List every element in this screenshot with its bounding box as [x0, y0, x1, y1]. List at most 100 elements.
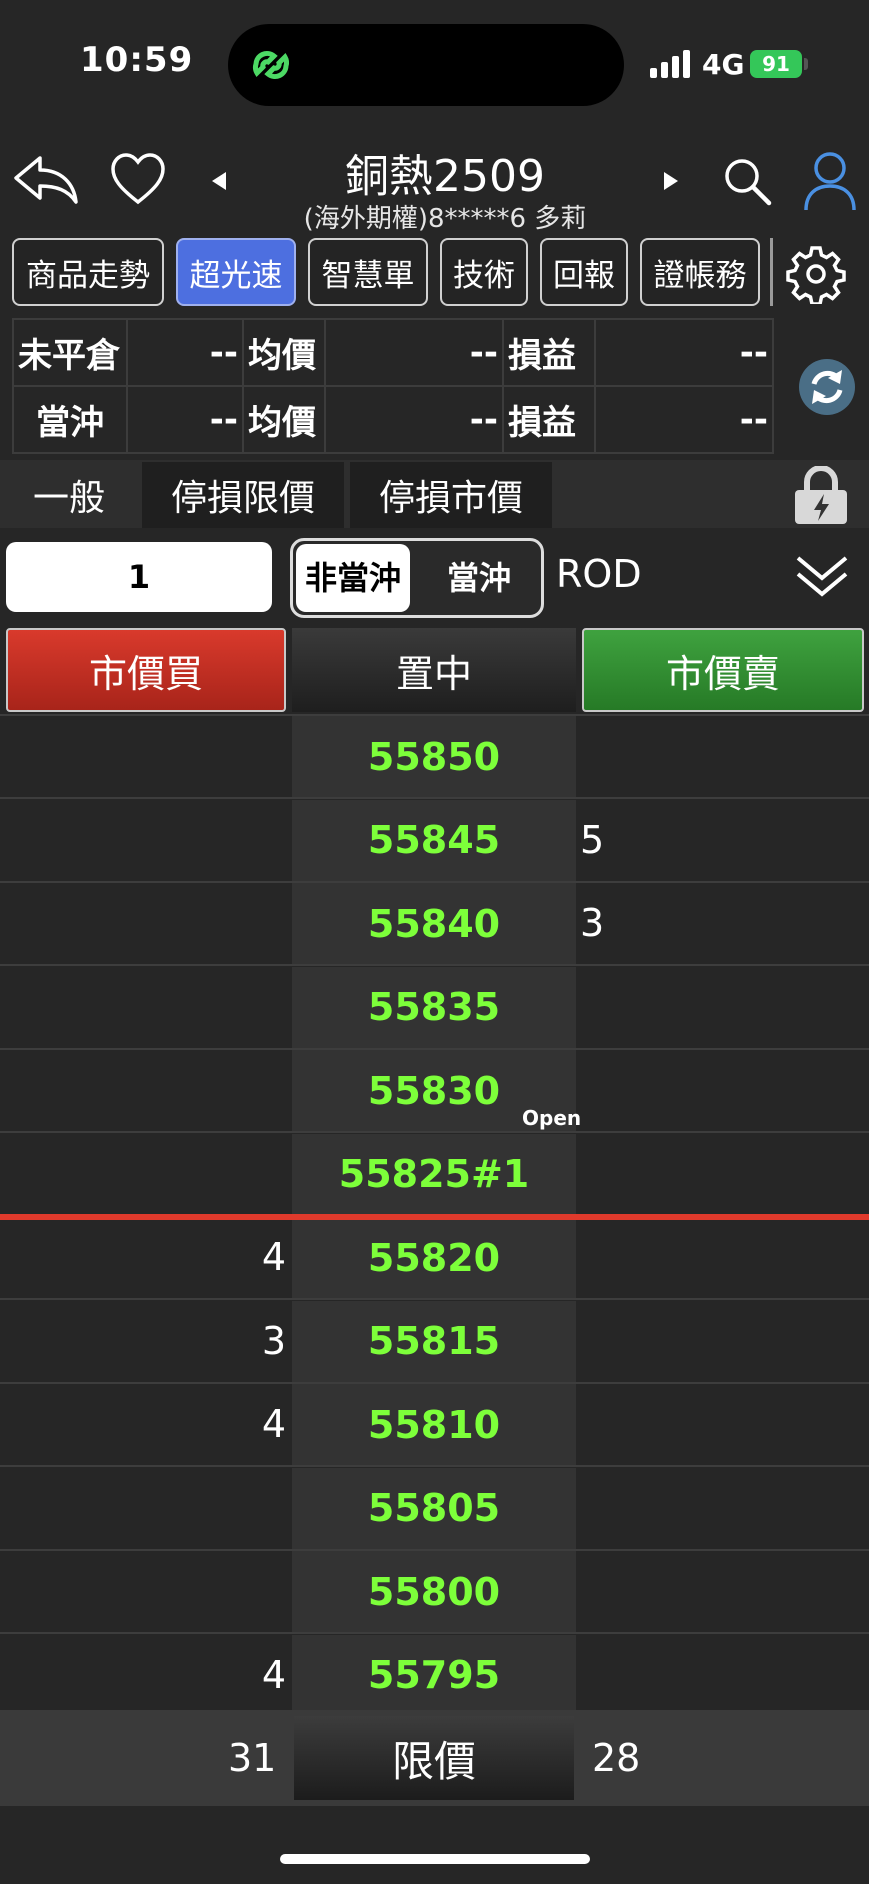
bid-cell[interactable]	[0, 1551, 288, 1632]
bid-quantity: 4	[261, 1402, 286, 1446]
price-cell[interactable]: 55795	[292, 1634, 576, 1716]
avg-price-label: 均價	[242, 385, 326, 454]
ladder-row: 55850	[0, 716, 869, 799]
ask-cell[interactable]	[580, 1635, 869, 1716]
bid-quantity: 4	[261, 1652, 286, 1697]
open-position-label: 未平倉	[12, 318, 128, 387]
bid-cell[interactable]	[0, 1468, 288, 1549]
lock-icon[interactable]	[790, 466, 852, 526]
signal-icon	[650, 48, 692, 78]
ask-cell[interactable]	[580, 1468, 869, 1549]
ask-cell[interactable]	[580, 1134, 869, 1215]
search-icon[interactable]	[722, 156, 774, 208]
table-row: 未平倉 -- 均價 -- 損益 --	[12, 318, 774, 387]
ask-cell[interactable]: 3	[580, 883, 869, 964]
settings-gear-icon[interactable]	[786, 244, 846, 304]
market-sell-button[interactable]: 市價賣	[582, 628, 864, 712]
ask-cell[interactable]	[580, 1301, 869, 1382]
back-icon[interactable]	[10, 150, 82, 210]
ladder-row: 55845 5	[0, 799, 869, 883]
ladder-row: 55840 3	[0, 883, 869, 966]
price-cell[interactable]: 55800	[292, 1551, 576, 1632]
tab-account[interactable]: 證帳務	[640, 238, 760, 306]
ladder-row: 4 55795	[0, 1634, 869, 1718]
order-type-general[interactable]: 一般	[0, 462, 138, 528]
favorite-heart-icon[interactable]	[110, 152, 166, 206]
ask-cell[interactable]	[580, 1050, 869, 1131]
bid-cell[interactable]: 3	[0, 1301, 288, 1382]
price-cell[interactable]: 55825#1	[292, 1133, 576, 1215]
bid-cell[interactable]	[0, 800, 288, 881]
center-button[interactable]: 置中	[292, 628, 576, 712]
ladder-row: 3 55815	[0, 1300, 869, 1384]
ladder-row: 4 55820	[0, 1217, 869, 1300]
bid-cell[interactable]	[0, 967, 288, 1048]
non-daytrade-option[interactable]: 非當沖	[296, 544, 410, 612]
bid-cell[interactable]: 4	[0, 1384, 288, 1465]
account-subtitle: (海外期權)8*****6 多莉	[303, 204, 587, 234]
divider	[770, 238, 773, 306]
tab-smart-order[interactable]: 智慧單	[308, 238, 428, 306]
pnl-label: 損益	[502, 385, 596, 454]
bid-cell[interactable]	[0, 1134, 288, 1215]
pnl-value: --	[594, 318, 774, 387]
tab-technical[interactable]: 技術	[440, 238, 528, 306]
open-position-value: --	[126, 318, 244, 387]
ask-cell[interactable]	[580, 1217, 869, 1298]
table-row: 當沖 -- 均價 -- 損益 --	[12, 385, 774, 454]
next-product-icon[interactable]	[662, 170, 680, 192]
order-type-stop-market[interactable]: 停損市價	[350, 462, 552, 528]
user-account-icon[interactable]	[802, 150, 858, 212]
market-buy-button[interactable]: 市價買	[6, 628, 286, 712]
battery-tip	[804, 58, 808, 70]
avg-price-label: 均價	[242, 318, 326, 387]
price-cell[interactable]: 55850	[292, 716, 576, 797]
bid-total: 31	[228, 1736, 277, 1780]
ask-cell[interactable]	[580, 716, 869, 797]
ladder-row: 55805	[0, 1467, 869, 1551]
time-in-force[interactable]: ROD	[556, 552, 642, 596]
home-indicator[interactable]	[280, 1854, 590, 1864]
refresh-icon[interactable]	[798, 358, 856, 416]
bid-quantity: 4	[261, 1235, 286, 1279]
price-cell[interactable]: 55805	[292, 1467, 576, 1549]
ladder-row: 55800	[0, 1551, 869, 1634]
ask-cell[interactable]: 5	[580, 800, 869, 881]
daytrade-option[interactable]: 當沖	[418, 544, 540, 612]
price-cell[interactable]: 55810	[292, 1384, 576, 1465]
avg-price-value: --	[324, 385, 504, 454]
bid-cell[interactable]: 4	[0, 1635, 288, 1716]
order-type-stop-limit[interactable]: 停損限價	[142, 462, 344, 528]
ladder-row: 55825#1	[0, 1133, 869, 1217]
network-type: 4G	[702, 48, 745, 81]
pnl-value: --	[594, 385, 774, 454]
price-cell[interactable]: 55845	[292, 799, 576, 881]
ask-cell[interactable]	[580, 1384, 869, 1465]
tab-hyperspeed[interactable]: 超光速	[176, 238, 296, 306]
ask-cell[interactable]	[580, 1551, 869, 1632]
limit-price-button[interactable]: 限價	[294, 1716, 574, 1800]
price-cell[interactable]: 55820	[292, 1217, 576, 1298]
price-cell[interactable]: 55815	[292, 1300, 576, 1382]
prev-product-icon[interactable]	[210, 170, 228, 192]
bid-cell[interactable]	[0, 1050, 288, 1131]
ask-quantity: 3	[580, 901, 605, 945]
bid-cell[interactable]: 4	[0, 1217, 288, 1298]
ask-quantity: 5	[580, 817, 605, 862]
price-cell[interactable]: 55840	[292, 883, 576, 964]
double-chevron-down-icon[interactable]	[794, 552, 850, 602]
app-logo-icon	[253, 50, 289, 80]
bid-cell[interactable]	[0, 883, 288, 964]
tab-product-trend[interactable]: 商品走勢	[12, 238, 164, 306]
ladder-row: 55830	[0, 1050, 869, 1133]
daytrade-value: --	[126, 385, 244, 454]
last-price-line	[0, 1214, 869, 1220]
quantity-input[interactable]: 1	[6, 542, 272, 612]
tab-report[interactable]: 回報	[540, 238, 628, 306]
price-cell[interactable]: 55835	[292, 966, 576, 1048]
status-time: 10:59	[80, 40, 194, 80]
bid-cell[interactable]	[0, 716, 288, 797]
ask-cell[interactable]	[580, 967, 869, 1048]
daytrade-label: 當沖	[12, 385, 128, 454]
avg-price-value: --	[324, 318, 504, 387]
